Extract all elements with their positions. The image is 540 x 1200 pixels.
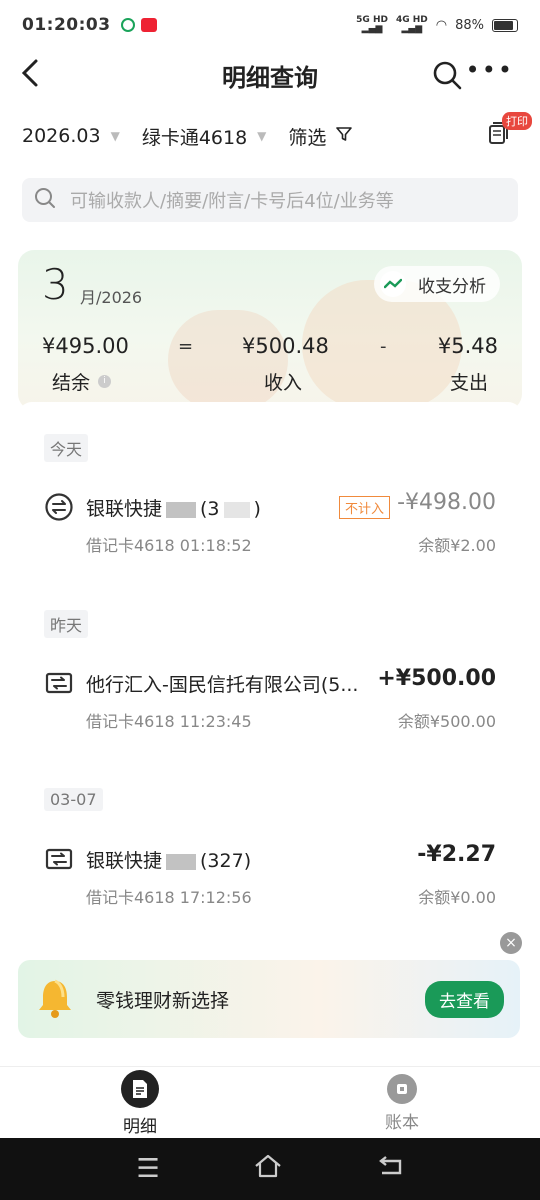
masked-name	[166, 853, 197, 870]
exclude-tag: 不计入	[338, 496, 390, 519]
date-group-label: 今天	[44, 434, 89, 462]
transaction-amount: +¥500.00	[377, 666, 496, 691]
page-title: 明细查询	[222, 63, 318, 92]
home-icon[interactable]	[253, 1154, 283, 1185]
income-amount: ¥500.48	[242, 334, 329, 358]
minus-sign: -	[380, 336, 387, 357]
transfer-icon	[44, 492, 74, 522]
promo-text: 零钱理财新选择	[96, 989, 230, 1012]
monthly-summary-card: 3 月/2026 收支分析 ¥495.00 = ¥500.48 - ¥5.48 …	[18, 250, 522, 410]
month-selector[interactable]: 2026.03 ▼	[22, 125, 120, 147]
income-label: 收入	[264, 372, 303, 394]
tab-ledger[interactable]: 账本	[342, 1067, 462, 1139]
month-number: 3	[42, 260, 69, 309]
transaction-meta: 借记卡4618 01:18:52	[86, 536, 252, 555]
transaction-title: 银联快捷	[86, 498, 163, 520]
caret-down-icon: ▼	[110, 129, 120, 143]
promo-banner[interactable]: 零钱理财新选择 去查看	[18, 960, 520, 1038]
transaction-balance: 余额¥0.00	[418, 888, 496, 907]
battery-percent: 88%	[455, 17, 484, 33]
transaction-amount: -¥498.00	[397, 490, 496, 515]
print-badge: 打印	[502, 112, 532, 130]
transaction-meta: 借记卡4618 11:23:45	[86, 712, 252, 731]
close-icon[interactable]: ×	[500, 932, 522, 954]
status-bar: 01:20:03 5G HD ▂▄▆ 4G HD ▂▄▆ ◠ 88%	[0, 0, 540, 50]
filter-button[interactable]: 筛选	[288, 123, 353, 150]
signal-5g-icon: 5G HD ▂▄▆	[356, 15, 388, 34]
analysis-button[interactable]: 收支分析	[374, 266, 500, 302]
bell-icon	[34, 977, 76, 1021]
date-group-label: 昨天	[44, 610, 89, 638]
transaction-amount: -¥2.27	[417, 842, 496, 867]
app-notification-icon	[120, 18, 135, 32]
expense-amount: ¥5.48	[437, 334, 498, 358]
more-icon[interactable]: •••	[466, 56, 514, 84]
search-placeholder: 可输收款人/摘要/附言/卡号后4位/业务等	[70, 191, 394, 212]
filter-bar: 2026.03 ▼ 绿卡通4618 ▼ 筛选 打印	[0, 100, 540, 172]
document-icon	[121, 1069, 159, 1108]
expense-label: 支出	[449, 372, 488, 394]
account-selector[interactable]: 绿卡通4618 ▼	[142, 123, 267, 150]
print-button[interactable]: 打印	[482, 112, 532, 154]
caret-down-icon: ▼	[257, 129, 267, 143]
month-year: 月/2026	[80, 288, 143, 307]
status-time: 01:20:03	[22, 15, 111, 35]
promo-view-button[interactable]: 去查看	[425, 980, 504, 1018]
bank-transfer-icon	[44, 844, 74, 874]
info-icon[interactable]: i	[98, 375, 112, 388]
back-nav-icon[interactable]	[376, 1154, 404, 1184]
equals-sign: =	[178, 336, 194, 357]
back-icon[interactable]	[20, 58, 40, 96]
system-nav-bar: ☰	[0, 1138, 540, 1200]
funnel-icon	[336, 125, 353, 147]
app-notification-icon-2	[140, 18, 157, 32]
transaction-title: 他行汇入-国民信托有限公司(5...	[86, 674, 359, 696]
transaction-title: 银联快捷	[86, 850, 163, 872]
transaction-balance: 余额¥2.00	[418, 536, 496, 555]
search-input[interactable]: 可输收款人/摘要/附言/卡号后4位/业务等	[22, 178, 518, 222]
ledger-icon	[387, 1073, 417, 1104]
search-icon	[34, 187, 56, 214]
illustration-2	[168, 310, 288, 410]
signal-4g-icon: 4G HD ▂▄▆	[395, 15, 428, 34]
nav-bar: 明细查询 •••	[0, 50, 540, 100]
menu-icon[interactable]: ☰	[136, 1154, 159, 1184]
tab-bar: 明细 账本	[0, 1066, 540, 1138]
wifi-icon: ◠	[435, 17, 448, 33]
bank-transfer-icon	[44, 668, 74, 698]
search-icon[interactable]	[432, 60, 462, 94]
transaction-balance: 余额¥500.00	[397, 712, 496, 731]
balance-label: 结余 i	[52, 368, 112, 395]
date-group-label: 03-07	[44, 788, 103, 811]
transaction-meta: 借记卡4618 17:12:56	[86, 888, 252, 907]
masked-name	[166, 501, 197, 518]
tab-details[interactable]: 明细	[80, 1067, 200, 1139]
balance-amount: ¥495.00	[42, 334, 129, 358]
battery-icon	[492, 18, 518, 32]
trend-icon	[380, 271, 406, 297]
